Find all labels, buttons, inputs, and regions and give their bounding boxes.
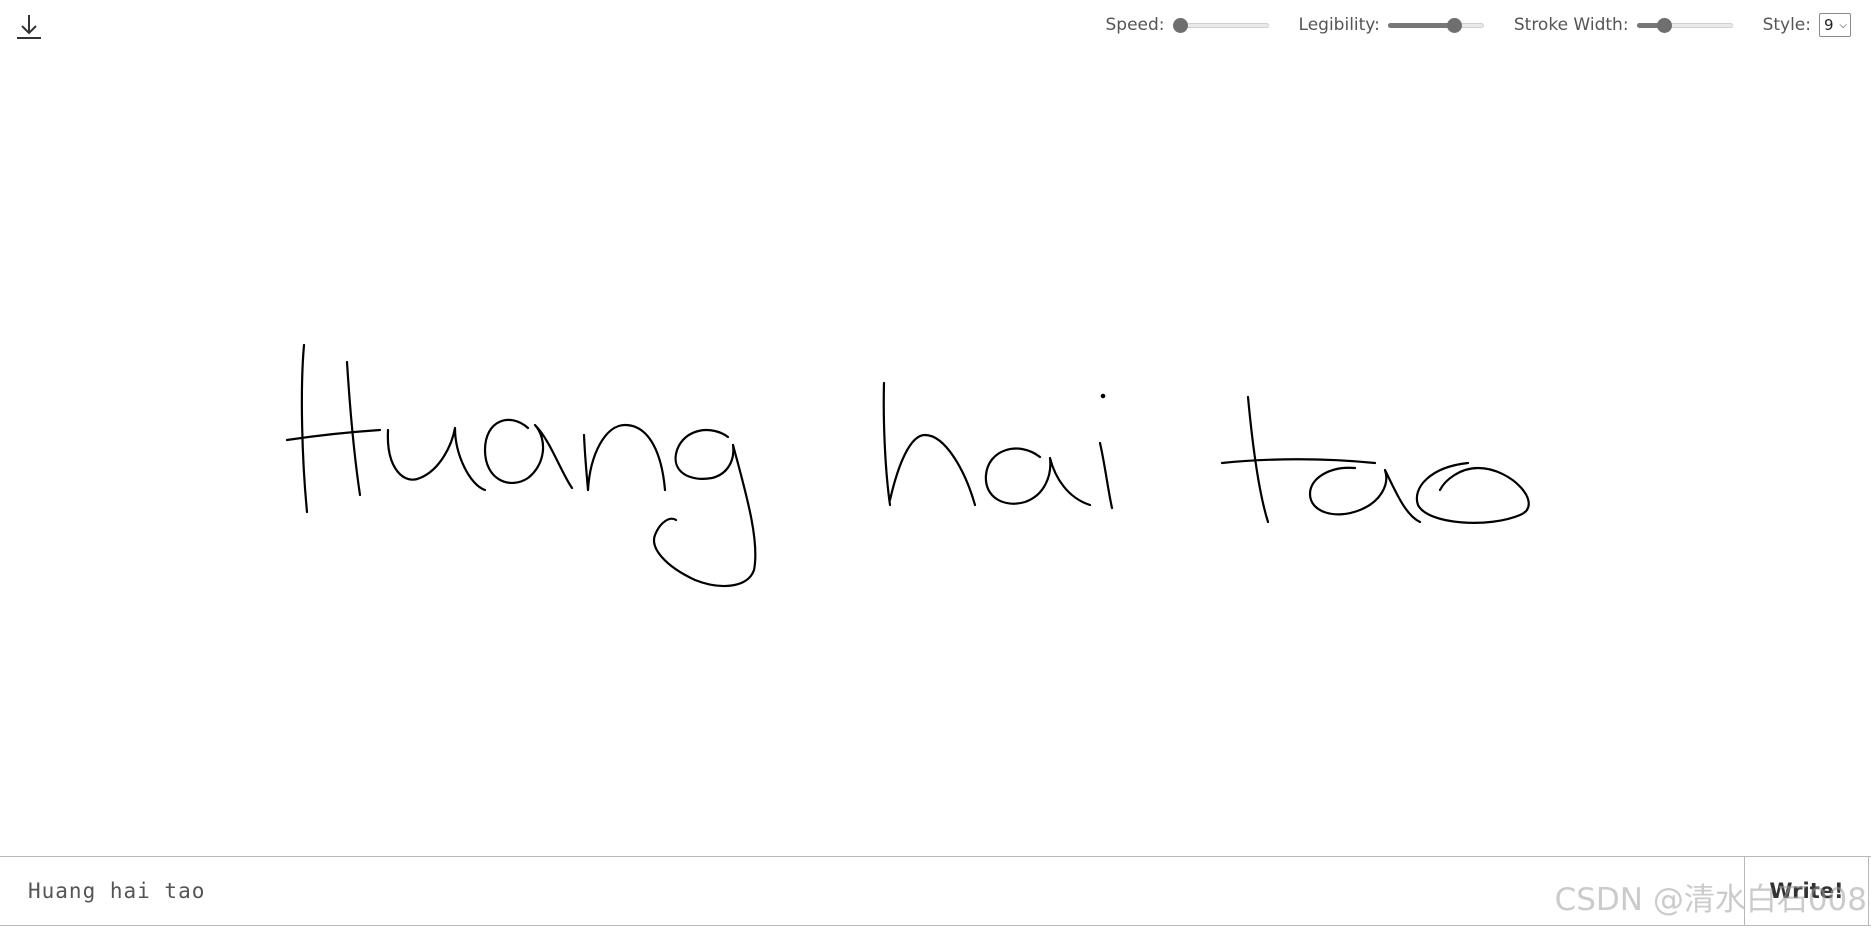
stroke-o xyxy=(1415,461,1530,524)
input-bar: Write! xyxy=(0,856,1871,926)
download-button[interactable] xyxy=(14,12,44,42)
style-select[interactable]: 9 ⌵ xyxy=(1819,13,1851,37)
handwriting-strokes xyxy=(285,343,1530,587)
slider-thumb[interactable] xyxy=(1446,18,1462,33)
handwriting-canvas xyxy=(0,50,1871,855)
legibility-control: Legibility: xyxy=(1299,15,1484,35)
controls-bar: Speed: Legibility: Stroke Width: Style: … xyxy=(1076,12,1851,38)
stroke-H-right xyxy=(345,360,362,497)
stroke-width-label: Stroke Width: xyxy=(1513,15,1629,35)
stroke-i xyxy=(1098,441,1114,510)
speed-slider[interactable] xyxy=(1172,15,1269,35)
stroke-u xyxy=(386,426,487,492)
stroke-h-arch xyxy=(888,433,977,507)
stroke-width-control: Stroke Width: xyxy=(1514,15,1733,35)
stroke-H-left xyxy=(300,343,309,514)
slider-thumb[interactable] xyxy=(1657,18,1673,33)
style-label: Style: xyxy=(1762,15,1811,35)
legibility-slider[interactable] xyxy=(1387,15,1484,35)
stroke-i-dot xyxy=(1100,393,1106,399)
legibility-label: Legibility: xyxy=(1298,15,1380,35)
write-button[interactable]: Write! xyxy=(1744,857,1869,925)
stroke-g-bowl xyxy=(674,429,735,480)
stroke-n xyxy=(582,423,667,492)
download-icon xyxy=(17,15,41,39)
style-control: Style: 9 ⌵ xyxy=(1763,13,1851,37)
stroke-g-tail xyxy=(652,443,757,587)
speed-label: Speed: xyxy=(1105,15,1165,35)
handwriting-app: Speed: Legibility: Stroke Width: Style: … xyxy=(0,0,1871,930)
speed-control: Speed: xyxy=(1106,15,1269,35)
stroke-t-bar xyxy=(1220,458,1377,465)
style-value: 9 xyxy=(1824,16,1834,34)
stroke-h-stem xyxy=(882,381,892,507)
slider-thumb[interactable] xyxy=(1172,18,1188,33)
stroke-a2 xyxy=(984,447,1092,507)
stroke-width-slider[interactable] xyxy=(1636,15,1733,35)
text-input[interactable] xyxy=(0,857,1744,925)
stroke-a3 xyxy=(1308,466,1422,524)
stroke-a xyxy=(483,418,574,490)
chevron-down-icon: ⌵ xyxy=(1839,19,1847,31)
stroke-H-bar xyxy=(285,428,382,442)
